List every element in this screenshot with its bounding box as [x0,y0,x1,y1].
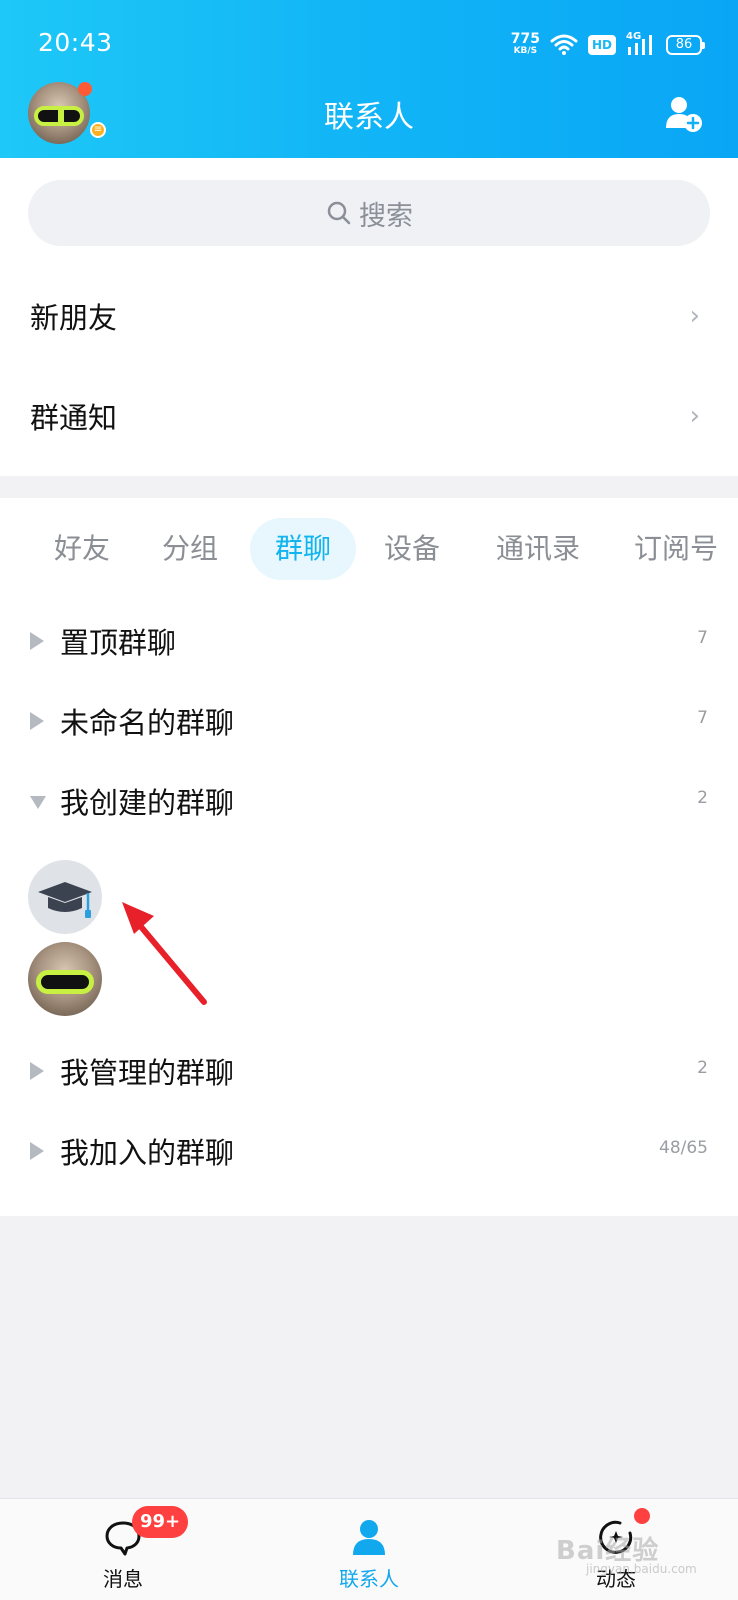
group-notice-label: 群通知 [30,401,118,435]
search-placeholder: 搜索 [359,200,413,232]
tab-address-book[interactable]: 通讯录 [478,518,598,580]
group-category-row[interactable]: 我管理的群聊 2 [0,1032,738,1112]
signal-icon: 4G [626,31,656,57]
tab-friends[interactable]: 好友 [36,518,128,580]
tab-devices[interactable]: 设备 [366,518,458,580]
battery-icon: 86 [666,35,705,55]
network-speed-unit: KB/S [513,46,538,56]
status-time: 20:43 [38,28,113,57]
tab-group-chats[interactable]: 群聊 [250,518,356,580]
graduation-cap-icon [38,882,92,918]
signal-bars-icon [628,35,652,55]
contacts-section: 好友 分组 群聊 设备 通讯录 订阅号 置顶群聊 7 未命名的群聊 7 我创建的… [0,498,738,1216]
page-title: 联系人 [324,100,414,135]
unread-badge: 99+ [132,1506,189,1538]
new-friends-label: 新朋友 [30,301,118,335]
person-icon [353,1520,385,1555]
group-chat-avatar[interactable] [28,860,102,934]
group-category-name: 置顶群聊 [60,626,177,660]
annotation-arrow [122,902,207,1005]
expand-triangle-icon [30,1142,44,1160]
expand-triangle-icon [30,1062,44,1080]
expand-triangle-icon [30,632,44,650]
network-speed: 775 KB/S [510,31,540,57]
feed-notification-dot [634,1508,650,1524]
tab-groups[interactable]: 分组 [144,518,236,580]
nav-contacts[interactable]: 联系人 [309,1499,429,1600]
group-category-count: 2 [697,1058,708,1078]
group-category-count: 7 [697,708,708,728]
top-section: 搜索 新朋友 › 群通知 › [0,158,738,476]
watermark-url: jingyan.baidu.com [586,1562,697,1576]
add-contact-icon[interactable] [664,94,704,134]
hd-badge: HD [587,35,616,55]
nav-messages-label: 消息 [103,1567,143,1591]
group-category-count: 48/65 [659,1138,708,1158]
collapse-triangle-icon [30,796,46,809]
group-category-name: 我加入的群聊 [60,1136,235,1170]
group-notice-row[interactable]: 群通知 › [0,366,738,466]
group-category-row[interactable]: 未命名的群聊 7 [0,682,738,762]
group-category-name: 我管理的群聊 [60,1056,235,1090]
chevron-right-icon: › [689,301,700,331]
group-category-count: 7 [697,628,708,648]
group-category-row[interactable]: 置顶群聊 7 [0,602,738,682]
nav-contacts-label: 联系人 [339,1567,399,1591]
dog-goggles-photo [36,970,94,994]
wifi-icon [550,34,578,55]
expand-triangle-icon [30,712,44,730]
group-category-row[interactable]: 我创建的群聊 2 [0,762,738,842]
status-icons: 775 KB/S HD 4G 86 [510,30,705,60]
group-category-count: 2 [697,788,708,808]
chevron-right-icon: › [689,401,700,431]
group-chat-avatar[interactable] [28,942,102,1016]
group-category-row[interactable]: 我加入的群聊 48/65 [0,1112,738,1192]
header: 20:43 775 KB/S HD 4G 86 ≡ 联系人 [0,0,738,158]
contact-tabs: 好友 分组 群聊 设备 通讯录 订阅号 [0,518,738,580]
network-speed-value: 775 [510,31,540,47]
new-friends-row[interactable]: 新朋友 › [0,266,738,366]
search-icon [327,201,351,225]
group-category-name: 我创建的群聊 [60,786,235,820]
group-category-name: 未命名的群聊 [60,706,235,740]
tab-subscriptions[interactable]: 订阅号 [616,518,736,580]
search-bar[interactable]: 搜索 [28,180,710,246]
